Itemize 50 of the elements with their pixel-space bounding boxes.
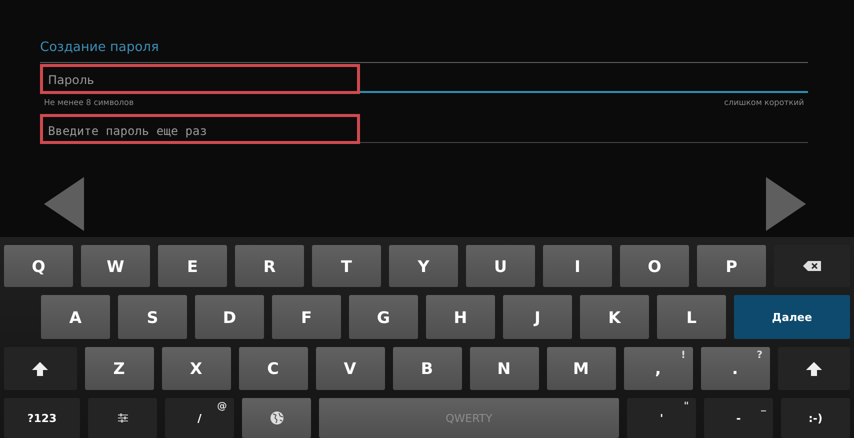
next-key[interactable]: Далее — [734, 295, 850, 339]
key[interactable]: Y — [389, 245, 458, 287]
strength-text: слишком короткий — [724, 98, 804, 106]
language-key[interactable] — [242, 398, 311, 438]
key[interactable]: O — [620, 245, 689, 287]
password-field[interactable]: Введите пароль еще раз — [40, 113, 808, 143]
key[interactable]: , ! — [624, 347, 692, 390]
key[interactable]: X — [162, 347, 230, 390]
key[interactable]: G — [349, 295, 418, 339]
shift-key[interactable] — [4, 347, 76, 390]
key[interactable]: A — [41, 295, 110, 339]
shift-icon — [806, 362, 822, 376]
key[interactable]: Z — [84, 347, 154, 390]
key[interactable]: F — [272, 295, 341, 339]
key[interactable]: L — [657, 295, 726, 339]
key[interactable]: T — [312, 245, 381, 287]
key[interactable]: C — [238, 347, 308, 390]
key[interactable]: N — [470, 347, 538, 390]
key[interactable]: :-) — [781, 398, 850, 438]
key[interactable]: D — [195, 295, 264, 339]
backspace-key[interactable] — [774, 245, 850, 287]
key[interactable]: J — [503, 295, 572, 339]
key[interactable]: I — [543, 245, 612, 287]
key[interactable]: . ? — [700, 347, 770, 390]
globe-icon — [270, 411, 284, 425]
key[interactable]: K — [580, 295, 649, 339]
key[interactable]: W — [81, 245, 150, 287]
key[interactable]: S — [118, 295, 187, 339]
key[interactable]: M — [546, 347, 616, 390]
key[interactable]: - _ — [704, 398, 773, 438]
sliders-icon — [116, 412, 128, 424]
key[interactable]: / @ — [165, 398, 234, 438]
key[interactable]: ?123 — [4, 398, 80, 438]
form-title: Создание пароля — [40, 40, 808, 63]
password-field[interactable]: Пароль — [40, 63, 808, 93]
backspace-icon — [803, 261, 821, 271]
key[interactable]: V — [316, 347, 384, 390]
shift-key[interactable] — [778, 347, 850, 390]
hint-text: Не менее 8 символов — [44, 98, 134, 106]
key[interactable]: H — [426, 295, 495, 339]
back-arrow-icon[interactable] — [44, 177, 84, 231]
key[interactable]: Q — [4, 245, 73, 287]
forward-arrow-icon[interactable] — [766, 177, 806, 231]
key[interactable]: ' " — [627, 398, 696, 438]
key[interactable]: R — [235, 245, 304, 287]
key[interactable]: E — [158, 245, 227, 287]
key[interactable]: B — [392, 347, 462, 390]
key[interactable]: U — [466, 245, 535, 287]
key[interactable]: P — [697, 245, 766, 287]
shift-icon — [32, 362, 48, 376]
